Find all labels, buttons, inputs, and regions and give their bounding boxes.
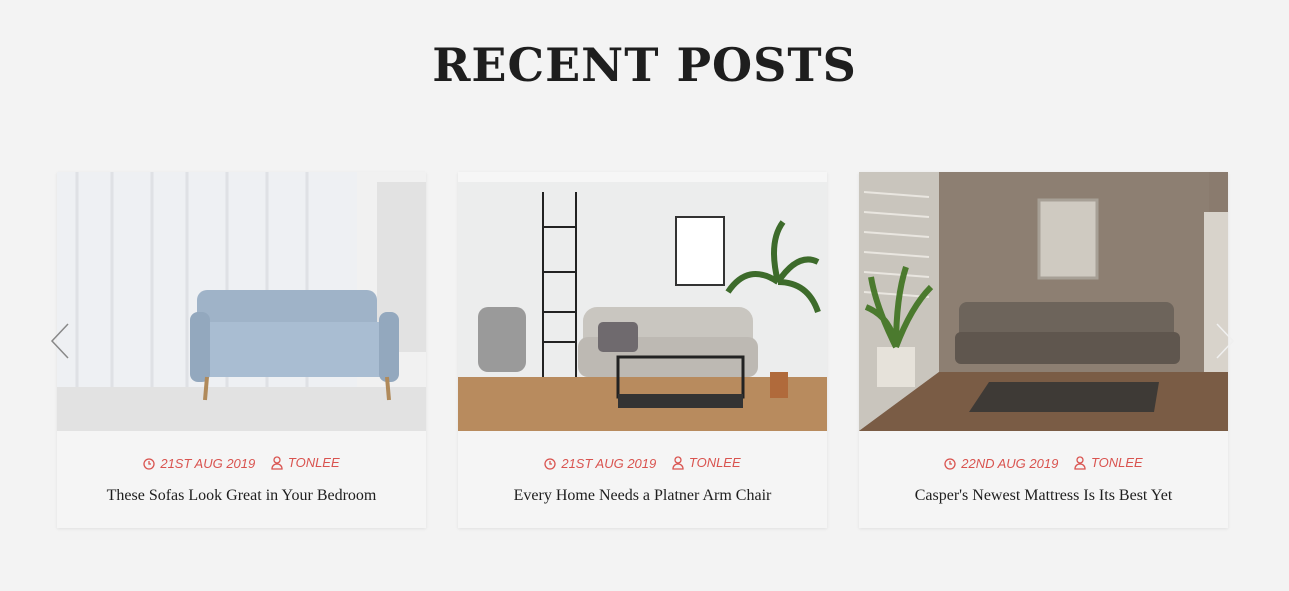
post-date-text: 22ND AUG 2019 (961, 456, 1059, 471)
post-image[interactable] (458, 172, 827, 431)
post-card[interactable]: 21ST AUG 2019 TONLEE Every Home Needs a … (458, 172, 827, 528)
clock-icon (143, 457, 155, 470)
post-author-text: TONLEE (287, 455, 340, 470)
user-icon (672, 455, 684, 470)
post-title[interactable]: Casper's Newest Mattress Is Its Best Yet (859, 487, 1228, 505)
clock-icon (944, 457, 956, 470)
carousel-next-button[interactable] (1215, 322, 1235, 360)
post-title[interactable]: These Sofas Look Great in Your Bedroom (57, 487, 426, 505)
post-date[interactable]: 22ND AUG 2019 (944, 456, 1058, 471)
post-meta: 22ND AUG 2019 TONLEE (859, 455, 1228, 473)
post-date-text: 21ST AUG 2019 (160, 456, 256, 471)
post-title[interactable]: Every Home Needs a Platner Arm Chair (458, 487, 827, 505)
post-author[interactable]: TONLEE (672, 455, 741, 470)
user-icon (1074, 455, 1086, 470)
post-meta: 21ST AUG 2019 TONLEE (458, 455, 827, 473)
clock-icon (544, 457, 556, 470)
post-author-text: TONLEE (688, 455, 741, 470)
chevron-left-icon (50, 323, 69, 359)
post-image[interactable] (57, 172, 426, 431)
section-title: RECENT POSTS (432, 38, 857, 92)
post-card[interactable]: 22ND AUG 2019 TONLEE Casper's Newest Mat… (859, 172, 1228, 528)
post-date-text: 21ST AUG 2019 (561, 456, 657, 471)
post-meta: 21ST AUG 2019 TONLEE (57, 455, 426, 473)
post-author[interactable]: TONLEE (271, 455, 340, 470)
carousel-prev-button[interactable] (50, 322, 70, 360)
post-date[interactable]: 21ST AUG 2019 (143, 456, 255, 471)
user-icon (271, 455, 283, 470)
post-image[interactable] (859, 172, 1228, 431)
post-date[interactable]: 21ST AUG 2019 (544, 456, 656, 471)
post-author-text: TONLEE (1090, 455, 1143, 470)
post-author[interactable]: TONLEE (1074, 455, 1143, 470)
chevron-right-icon (1216, 323, 1235, 359)
post-card[interactable]: 21ST AUG 2019 TONLEE These Sofas Look Gr… (57, 172, 426, 528)
